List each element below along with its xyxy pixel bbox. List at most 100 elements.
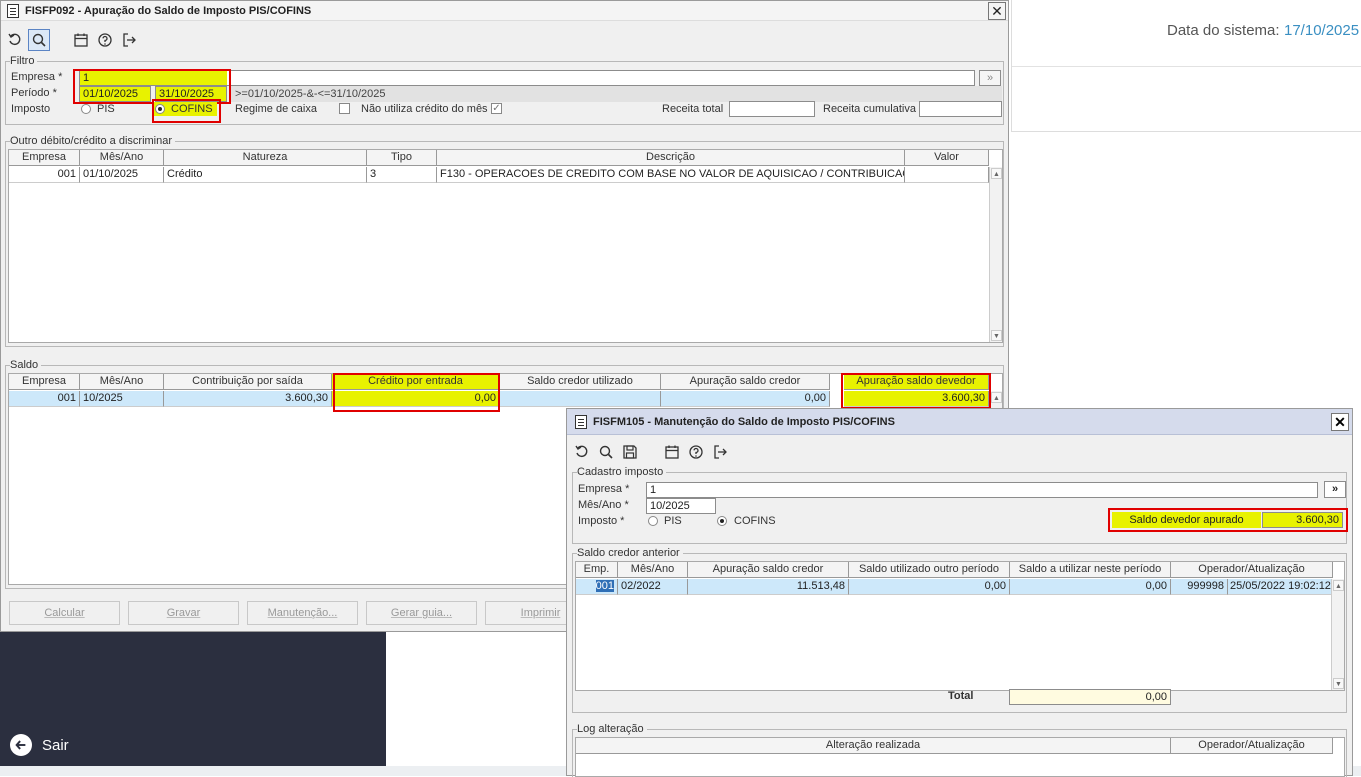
dialog-cofins-radio[interactable]: [717, 516, 727, 526]
col-header[interactable]: Operador/Atualização: [1171, 562, 1333, 578]
scroll-down-icon[interactable]: ▼: [1333, 678, 1344, 689]
emp-cell-text: 001: [595, 580, 614, 592]
table-cell[interactable]: 001: [9, 391, 80, 407]
col-header[interactable]: Tipo: [367, 150, 437, 166]
dialog-mes-ano-label: Mês/Ano *: [578, 499, 629, 511]
dialog-empresa-lookup-button[interactable]: »: [1324, 481, 1346, 498]
calendar-icon[interactable]: [70, 29, 92, 51]
main-window-title: FISFP092 - Apuração do Saldo de Imposto …: [25, 4, 312, 17]
imposto-pis-label: PIS: [97, 103, 115, 115]
table-cell[interactable]: 02/2022: [618, 579, 688, 595]
table-cell[interactable]: 001: [576, 579, 618, 595]
table-cell[interactable]: 0,00: [661, 391, 830, 407]
receita-total-label: Receita total: [662, 103, 724, 115]
nao-utiliza-checkbox[interactable]: ✓: [491, 103, 502, 114]
col-header[interactable]: Natureza: [164, 150, 367, 166]
exit-icon[interactable]: [118, 29, 140, 51]
col-header[interactable]: Mês/Ano: [80, 374, 164, 390]
cofins-highlight-box: [152, 99, 221, 123]
scroll-up-icon[interactable]: ▲: [991, 168, 1002, 179]
help-icon[interactable]: [94, 29, 116, 51]
search-icon[interactable]: [28, 29, 50, 51]
undo-icon[interactable]: [4, 29, 26, 51]
col-header[interactable]: Descrição: [437, 150, 905, 166]
table-cell[interactable]: 10/2025: [80, 391, 164, 407]
col-header[interactable]: Empresa: [9, 150, 80, 166]
undo-icon[interactable]: [571, 441, 593, 463]
imposto-pis-radio[interactable]: [81, 104, 91, 114]
col-header[interactable]: Empresa: [9, 374, 80, 390]
scroll-up-icon[interactable]: ▲: [1333, 580, 1344, 591]
table-cell[interactable]: 999998: [1171, 579, 1228, 595]
main-toolbar: [1, 26, 1008, 54]
outro-debito-scrollbar[interactable]: ▲ ▼: [989, 167, 1002, 342]
sair-button[interactable]: Sair: [10, 734, 69, 756]
col-header[interactable]: Valor: [905, 150, 989, 166]
empresa-lookup-button[interactable]: »: [979, 70, 1001, 86]
table-cell[interactable]: 01/10/2025: [80, 167, 164, 183]
table-cell[interactable]: 001: [9, 167, 80, 183]
scroll-up-icon[interactable]: ▲: [991, 392, 1002, 403]
col-header[interactable]: Saldo utilizado outro período: [849, 562, 1010, 578]
sair-label: Sair: [42, 736, 69, 754]
table-cell[interactable]: F130 - OPERACOES DE CREDITO COM BASE NO …: [437, 167, 905, 183]
dialog-pis-radio[interactable]: [648, 516, 658, 526]
dialog-titlebar: FISFM105 - Manutenção do Saldo de Impost…: [567, 409, 1352, 435]
help-icon[interactable]: [685, 441, 707, 463]
receita-total-input[interactable]: [729, 101, 815, 117]
outro-debito-label: Outro débito/crédito a discriminar: [10, 135, 176, 147]
col-header[interactable]: Alteração realizada: [576, 738, 1171, 754]
calcular-button[interactable]: Calcular: [9, 601, 120, 625]
table-cell[interactable]: [500, 391, 661, 407]
col-header[interactable]: Contribuição por saída: [164, 374, 332, 390]
log-grid: Alteração realizada Operador/Atualização: [575, 737, 1345, 777]
dialog-empresa-label: Empresa *: [578, 483, 630, 495]
dialog-close-button[interactable]: ✕: [1331, 413, 1349, 431]
dialog-title: FISFM105 - Manutenção do Saldo de Impost…: [593, 415, 895, 428]
save-icon[interactable]: [619, 441, 641, 463]
table-cell[interactable]: Crédito: [164, 167, 367, 183]
outro-debito-grid: Empresa Mês/Ano Natureza Tipo Descrição …: [8, 149, 1003, 343]
col-header[interactable]: Saldo credor utilizado: [500, 374, 661, 390]
table-cell[interactable]: [905, 167, 989, 183]
col-header[interactable]: Mês/Ano: [618, 562, 688, 578]
col-header[interactable]: Apuração saldo credor: [688, 562, 849, 578]
table-cell[interactable]: 11.513,48: [688, 579, 849, 595]
col-header[interactable]: Mês/Ano: [80, 150, 164, 166]
right-panel: Data do sistema: 17/10/2025: [1011, 0, 1361, 132]
table-cell[interactable]: 25/05/2022 19:02:12: [1228, 579, 1333, 595]
regime-caixa-label: Regime de caixa: [235, 103, 317, 115]
col-header[interactable]: Saldo a utilizar neste período: [1010, 562, 1171, 578]
manutencao-button[interactable]: Manutenção...: [247, 601, 358, 625]
scroll-down-icon[interactable]: ▼: [991, 330, 1002, 341]
empresa-label: Empresa *: [11, 71, 63, 83]
dialog-imposto-label: Imposto *: [578, 515, 625, 527]
receita-cumulativa-label: Receita cumulativa: [823, 103, 916, 115]
main-close-button[interactable]: ✕: [988, 2, 1006, 20]
gravar-button[interactable]: Gravar: [128, 601, 239, 625]
periodo-label: Período *: [11, 87, 57, 99]
receita-cumulativa-input[interactable]: [919, 101, 1002, 117]
cadastro-label: Cadastro imposto: [577, 466, 667, 478]
saldo-credor-scrollbar[interactable]: ▲ ▼: [1331, 579, 1344, 690]
saldo-credor-label: Saldo credor anterior: [577, 547, 683, 559]
credito-entrada-highlight-box: [333, 373, 500, 412]
regime-caixa-checkbox[interactable]: [339, 103, 350, 114]
col-header[interactable]: Emp.: [576, 562, 618, 578]
table-cell[interactable]: 3: [367, 167, 437, 183]
total-value: 0,00: [1009, 689, 1171, 705]
table-cell[interactable]: 3.600,30: [164, 391, 332, 407]
calendar-icon[interactable]: [661, 441, 683, 463]
col-header[interactable]: Operador/Atualização: [1171, 738, 1333, 754]
dialog-empresa-input[interactable]: 1: [646, 482, 1318, 498]
exit-icon[interactable]: [709, 441, 731, 463]
table-cell[interactable]: 0,00: [1010, 579, 1171, 595]
col-header[interactable]: Apuração saldo credor: [661, 374, 830, 390]
gerar-guia-button[interactable]: Gerar guia...: [366, 601, 477, 625]
saldo-credor-grid: Emp. Mês/Ano Apuração saldo credor Saldo…: [575, 561, 1345, 691]
saldo-label: Saldo: [10, 359, 42, 371]
sidebar: Sair: [0, 632, 386, 766]
table-cell[interactable]: 0,00: [849, 579, 1010, 595]
search-icon[interactable]: [595, 441, 617, 463]
dialog-mes-ano-input[interactable]: 10/2025: [646, 498, 716, 514]
